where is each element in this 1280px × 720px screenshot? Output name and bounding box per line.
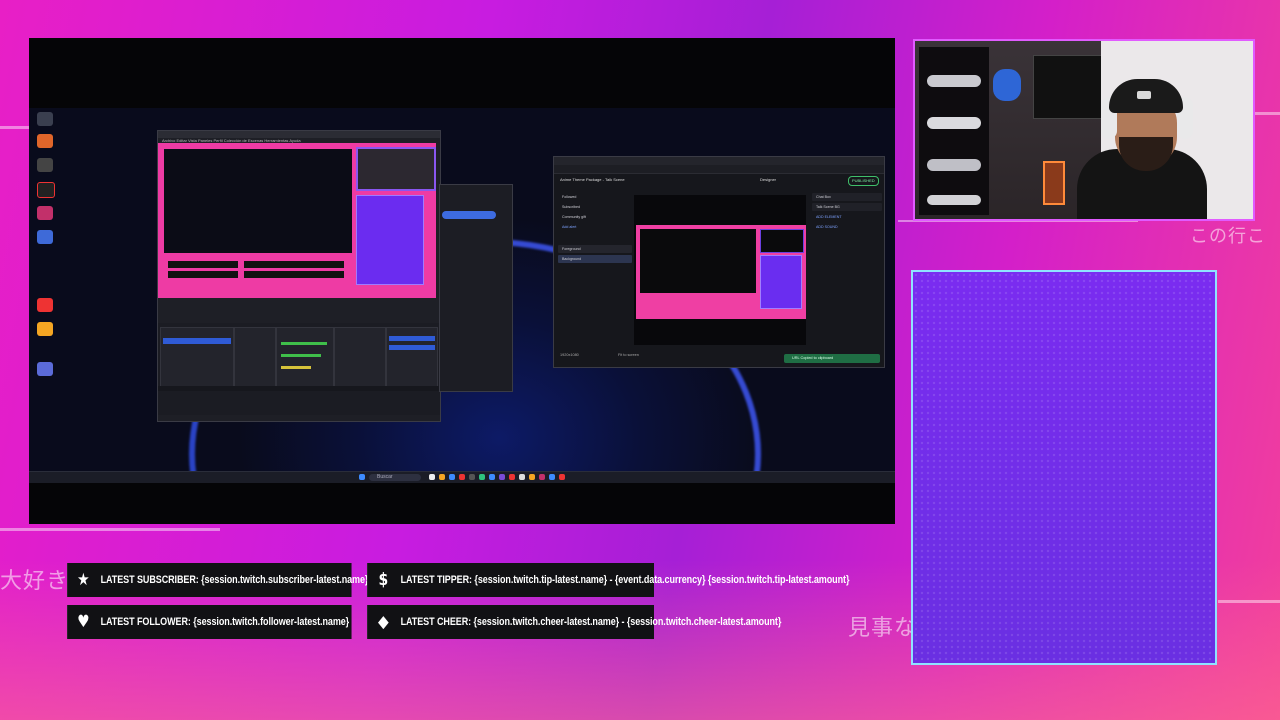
desktop-app-icon[interactable] <box>37 182 55 198</box>
latest-subscriber-alert: ★ LATEST SUBSCRIBER: {session.twitch.sub… <box>67 563 368 597</box>
scene-item[interactable]: Background <box>558 255 632 263</box>
hat-logo <box>1137 91 1151 99</box>
designer-header: Anime Theme Package - Talk Scene Designe… <box>554 173 884 187</box>
cam-display-cabinet <box>1033 55 1103 119</box>
desktop-app-icon[interactable] <box>37 362 53 376</box>
latest-follower-alert: ♥ LATEST FOLLOWER: {session.twitch.follo… <box>67 605 352 639</box>
taskbar-app-icon[interactable] <box>549 474 555 480</box>
desktop-app-icon[interactable] <box>37 322 53 336</box>
preview-cam-slot <box>760 229 804 253</box>
preview-screen-slot <box>640 229 756 293</box>
obs-status-bar <box>158 386 440 391</box>
obs-title-bar[interactable] <box>158 131 440 138</box>
designer-canvas[interactable] <box>634 195 806 345</box>
overlay-designer-window[interactable]: Anime Theme Package - Talk Scene Designe… <box>553 156 885 368</box>
designer-breadcrumb[interactable]: Anime Theme Package - Talk Scene <box>560 177 625 182</box>
obs-preview-alerts <box>168 261 348 283</box>
dollar-icon: $ <box>378 570 389 590</box>
obs-audio-mixer-dock[interactable] <box>276 327 334 389</box>
layer-item[interactable]: Subscribed <box>558 203 632 211</box>
taskbar-app-icon[interactable] <box>559 474 565 480</box>
obs-preview-screen <box>164 149 352 253</box>
desktop-app-icon[interactable] <box>37 158 53 172</box>
latest-subscriber-text: LATEST SUBSCRIBER: {session.twitch.subsc… <box>100 574 369 586</box>
element-item[interactable]: Talk Scene BG <box>812 203 882 211</box>
cam-blue-hat <box>993 69 1021 101</box>
obs-preview-webcam <box>356 147 436 191</box>
taskbar-app-icon[interactable] <box>439 474 445 480</box>
latest-follower-text: LATEST FOLLOWER: {session.twitch.followe… <box>100 616 350 628</box>
designer-layers-panel: Followed Subscribed Community gift Add a… <box>558 193 632 343</box>
designer-mode[interactable]: Designer <box>760 173 776 187</box>
webcam-feed <box>913 39 1255 221</box>
start-icon[interactable] <box>359 474 365 480</box>
cam-heater <box>1043 161 1065 205</box>
taskbar-app-icon[interactable] <box>459 474 465 480</box>
obs-window[interactable]: Archivo Editar Vista Paneles Perfil Cole… <box>157 130 441 422</box>
desktop-app-icon[interactable] <box>37 134 53 148</box>
preview-chat-slot <box>760 255 802 309</box>
desktop-wallpaper: Archivo Editar Vista Paneles Perfil Cole… <box>29 108 895 483</box>
diamond-icon: ◆ <box>378 612 389 632</box>
latest-cheer-text: LATEST CHEER: {session.twitch.cheer-late… <box>400 616 782 628</box>
obs-preview-chat-panel <box>356 195 424 285</box>
taskbar-app-icon[interactable] <box>469 474 475 480</box>
heart-icon: ♥ <box>77 612 90 632</box>
layer-item[interactable]: Followed <box>558 193 632 201</box>
desktop-app-icon[interactable] <box>37 298 53 312</box>
obs-scenes-dock[interactable] <box>160 327 234 389</box>
latest-tipper-text: LATEST TIPPER: {session.twitch.tip-lates… <box>400 574 850 586</box>
obs-preview[interactable] <box>158 143 436 298</box>
add-alert-button[interactable]: Add alert <box>558 223 632 231</box>
published-button[interactable]: PUBLISHED <box>848 176 879 186</box>
obs-controls-dock[interactable] <box>386 327 438 389</box>
glitch-line <box>1218 600 1280 603</box>
desktop-app-icon[interactable] <box>37 206 53 220</box>
fit-to-screen-select[interactable]: Fit to screen <box>618 353 639 357</box>
designer-elements-panel: Chat Box Talk Scene BG ADD ELEMENT ADD S… <box>812 193 882 343</box>
chat-panel <box>911 270 1217 665</box>
taskbar-app-icon[interactable] <box>519 474 525 480</box>
add-sound-button[interactable]: ADD SOUND <box>812 223 882 231</box>
taskbar-app-icon[interactable] <box>479 474 485 480</box>
taskbar-app-icon[interactable] <box>429 474 435 480</box>
taskbar-app-icon[interactable] <box>529 474 535 480</box>
japanese-deco-right-bottom: 見事な <box>848 616 918 641</box>
scene-item[interactable]: Foreground <box>558 245 632 253</box>
browser-tabs[interactable] <box>554 157 884 165</box>
taskbar-app-icon[interactable] <box>499 474 505 480</box>
japanese-deco-right-top: この行こ <box>1190 226 1266 247</box>
latest-tipper-alert: $ LATEST TIPPER: {session.twitch.tip-lat… <box>367 563 849 597</box>
desktop-app-icon[interactable] <box>37 112 53 126</box>
windows-taskbar: Buscar <box>29 471 895 483</box>
add-element-button[interactable]: ADD ELEMENT <box>812 213 882 221</box>
obs-sources-dock[interactable] <box>234 327 276 389</box>
star-icon: ★ <box>77 570 90 590</box>
taskbar-search[interactable]: Buscar <box>369 474 421 481</box>
taskbar-app-icon[interactable] <box>489 474 495 480</box>
latest-cheer-alert: ◆ LATEST CHEER: {session.twitch.cheer-la… <box>367 605 781 639</box>
element-item[interactable]: Chat Box <box>812 193 882 201</box>
glitch-line <box>0 528 220 531</box>
clipboard-toast: URL Copied to clipboard <box>784 354 880 363</box>
taskbar-app-icon[interactable] <box>509 474 515 480</box>
taskbar-app-icon[interactable] <box>449 474 455 480</box>
designer-overlay-preview <box>636 225 806 319</box>
screen-capture: Archivo Editar Vista Paneles Perfil Cole… <box>29 38 895 524</box>
japanese-deco-left: 大好き <box>0 569 70 594</box>
obs-docks <box>158 323 440 415</box>
cam-shoe-shelf <box>919 47 989 215</box>
taskbar-app-icon[interactable] <box>539 474 545 480</box>
canvas-size-label[interactable]: 1920x1080 <box>560 353 579 357</box>
chat-panel-pattern <box>913 272 1215 663</box>
browser-window-behind[interactable] <box>439 184 513 392</box>
layer-item[interactable]: Community gift <box>558 213 632 221</box>
desktop-app-icon[interactable] <box>37 230 53 244</box>
obs-transitions-dock[interactable] <box>334 327 386 389</box>
